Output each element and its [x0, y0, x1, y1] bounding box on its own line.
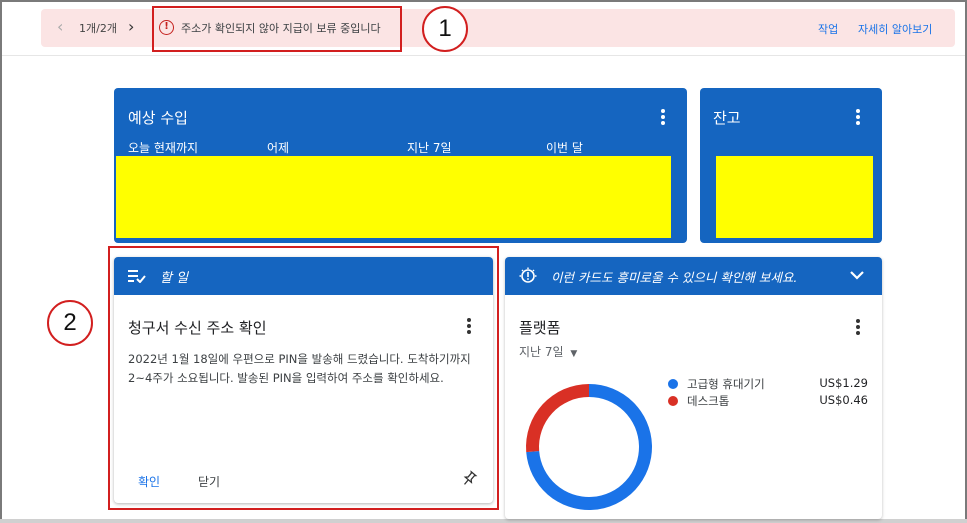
col-last-7-days: 지난 7일	[407, 141, 452, 155]
platform-card: 이런 카드도 흥미로울 수 있으니 확인해 보세요. 플랫폼 지난 7일 ▼ 고…	[505, 257, 882, 519]
col-yesterday: 어제	[267, 141, 290, 155]
todo-card: 할 일 청구서 수신 주소 확인 2022년 1월 18일에 우편으로 PIN을…	[114, 257, 493, 503]
redacted-earnings	[116, 156, 671, 238]
legend-value-desktop: US$0.46	[819, 393, 868, 407]
lightbulb-icon	[519, 267, 537, 283]
redacted-balance	[716, 156, 873, 238]
learn-more-link[interactable]: 자세히 알아보기	[858, 21, 932, 37]
confirm-button[interactable]: 확인	[138, 473, 160, 490]
frame-bottom-edge	[0, 519, 967, 523]
header-divider	[2, 55, 965, 56]
col-today: 오늘 현재까지	[128, 141, 199, 155]
legend-dot-mobile	[668, 379, 678, 389]
pin-icon[interactable]	[460, 470, 478, 488]
playlist-check-icon	[128, 270, 146, 283]
earnings-more-icon[interactable]	[661, 109, 665, 125]
banner-pager: 1개/2개	[79, 22, 117, 35]
period-value: 지난 7일	[519, 345, 564, 359]
earnings-card: 예상 수입 오늘 현재까지 어제 지난 7일 이번 달	[114, 88, 687, 243]
balance-more-icon[interactable]	[856, 109, 860, 125]
todo-body: 2022년 1월 18일에 우편으로 PIN을 발송해 드렸습니다. 도착하기까…	[128, 352, 471, 385]
col-this-month: 이번 달	[546, 141, 583, 155]
legend-value-mobile: US$1.29	[819, 376, 868, 390]
period-dropdown[interactable]: 지난 7일 ▼	[519, 343, 577, 360]
legend-label-desktop: 데스크톱	[687, 394, 730, 408]
platform-title: 플랫폼	[519, 319, 561, 337]
chevron-left-icon[interactable]: ‹	[57, 18, 63, 36]
balance-title: 잔고	[713, 109, 741, 127]
callout-1: 1	[422, 6, 468, 52]
legend-row-desktop: 데스크톱 US$0.46	[668, 393, 868, 409]
todo-more-icon[interactable]	[467, 318, 471, 334]
earnings-title: 예상 수입	[128, 109, 188, 127]
todo-header: 할 일	[114, 257, 493, 295]
todo-title: 청구서 수신 주소 확인	[128, 319, 267, 337]
banner-action-button[interactable]: 작업	[818, 21, 838, 37]
alert-icon: !	[159, 20, 174, 35]
close-button[interactable]: 닫기	[198, 473, 220, 490]
banner-message: 주소가 확인되지 않아 지급이 보류 중입니다	[181, 22, 381, 35]
chevron-right-icon[interactable]: ›	[128, 18, 134, 36]
platform-donut-chart	[526, 384, 652, 510]
promo-message: 이런 카드도 흥미로울 수 있으니 확인해 보세요.	[551, 270, 798, 285]
donut-slice-1	[526, 384, 589, 453]
alert-banner: ‹ 1개/2개 › ! 주소가 확인되지 않아 지급이 보류 중입니다 작업 자…	[41, 9, 955, 47]
chevron-down-icon[interactable]	[849, 269, 865, 281]
legend-row-mobile: 고급형 휴대기기 US$1.29	[668, 376, 868, 392]
callout-2: 2	[47, 300, 93, 346]
caret-down-icon: ▼	[570, 349, 578, 359]
legend-label-mobile: 고급형 휴대기기	[687, 377, 765, 391]
todo-header-label: 할 일	[160, 271, 189, 286]
promo-header: 이런 카드도 흥미로울 수 있으니 확인해 보세요.	[505, 257, 882, 295]
balance-card: 잔고	[700, 88, 882, 243]
platform-more-icon[interactable]	[856, 319, 860, 335]
legend-dot-desktop	[668, 396, 678, 406]
